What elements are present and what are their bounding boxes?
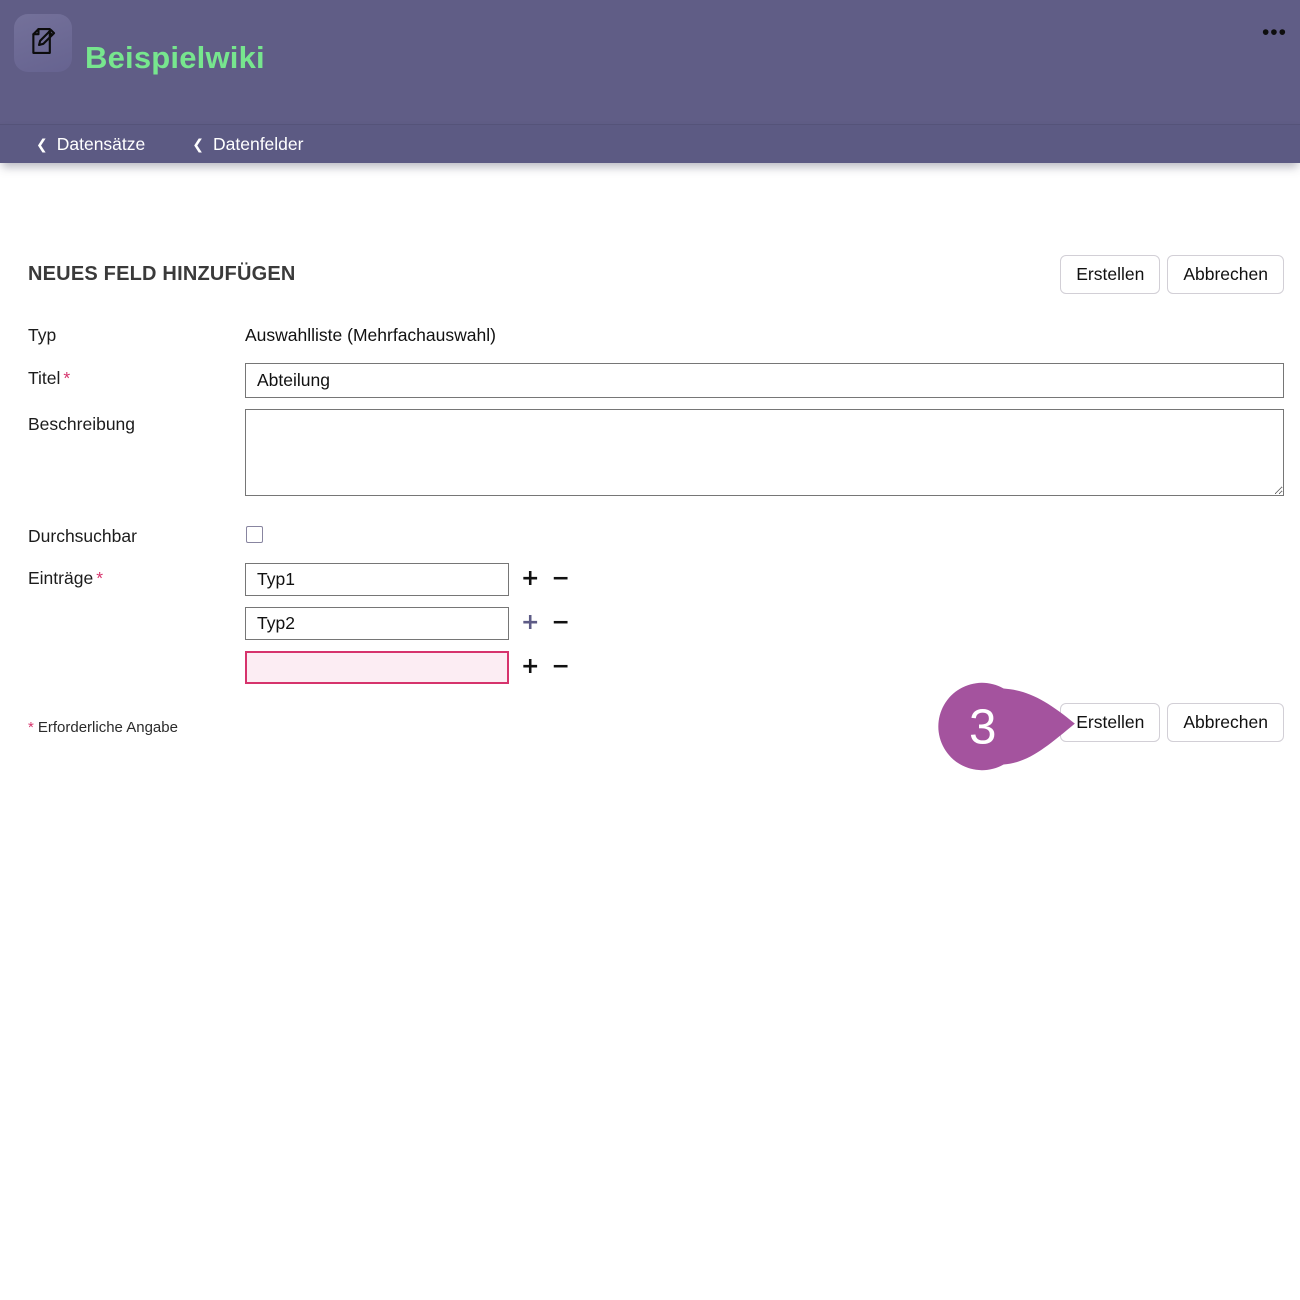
remove-entry-button[interactable]: −	[551, 656, 569, 678]
remove-entry-button[interactable]: −	[551, 612, 569, 634]
add-entry-button[interactable]: +	[521, 568, 539, 590]
entry-row: + −	[245, 563, 1284, 596]
nav-item-label: Datenfelder	[213, 134, 303, 155]
balloon-pointer-shape	[938, 683, 1075, 770]
breadcrumb-navbar: ❮ Datensätze ❮ Datenfelder	[0, 124, 1300, 163]
field-row-beschreibung: Beschreibung	[28, 409, 1284, 501]
overflow-menu-icon[interactable]: •••	[1262, 22, 1287, 43]
edit-document-icon	[26, 24, 60, 63]
beschreibung-textarea[interactable]	[245, 409, 1284, 496]
titel-label: Titel*	[28, 363, 245, 389]
field-row-eintraege: Einträge* + − + − + −	[28, 563, 1284, 695]
field-row-typ: Typ Auswahlliste (Mehrfachauswahl)	[28, 320, 1284, 346]
eintraege-label: Einträge*	[28, 563, 245, 589]
titel-input[interactable]	[245, 363, 1284, 398]
required-note: *Erforderliche Angabe	[28, 719, 178, 736]
form-content: NEUES FELD HINZUFÜGEN Erstellen Abbreche…	[0, 255, 1300, 742]
add-entry-button[interactable]: +	[521, 656, 539, 678]
entries-list: + − + − + −	[245, 563, 1284, 695]
add-entry-button[interactable]: +	[521, 612, 539, 634]
remove-entry-button[interactable]: −	[551, 568, 569, 590]
entry-row: + −	[245, 651, 1284, 684]
entry-row: + −	[245, 607, 1284, 640]
entry-input-1[interactable]	[245, 563, 509, 596]
page: Beispielwiki ••• ❮ Datensätze ❮ Datenfel…	[0, 0, 1300, 1300]
entry-input-3[interactable]	[245, 651, 509, 684]
typ-label: Typ	[28, 320, 245, 346]
field-row-durchsuchbar: Durchsuchbar	[28, 521, 1284, 548]
page-title: NEUES FELD HINZUFÜGEN	[28, 263, 296, 286]
required-marker: *	[28, 719, 34, 736]
required-marker: *	[63, 368, 70, 388]
app-title: Beispielwiki	[85, 40, 265, 76]
chevron-left-icon: ❮	[192, 136, 204, 153]
form-footer: *Erforderliche Angabe Erstellen Abbreche…	[28, 703, 1284, 742]
step-number: 3	[969, 699, 996, 754]
form-header: NEUES FELD HINZUFÜGEN Erstellen Abbreche…	[28, 255, 1284, 294]
durchsuchbar-checkbox[interactable]	[246, 526, 263, 543]
nav-item-label: Datensätze	[57, 134, 146, 155]
beschreibung-label: Beschreibung	[28, 409, 245, 435]
entry-input-2[interactable]	[245, 607, 509, 640]
chevron-left-icon: ❮	[36, 136, 48, 153]
field-row-titel: Titel*	[28, 363, 1284, 398]
create-button-top[interactable]: Erstellen	[1060, 255, 1160, 294]
app-icon-tile[interactable]	[14, 14, 72, 72]
required-marker: *	[96, 568, 103, 588]
cancel-button-bottom[interactable]: Abbrechen	[1167, 703, 1284, 742]
typ-value: Auswahlliste (Mehrfachauswahl)	[245, 320, 1284, 346]
durchsuchbar-label: Durchsuchbar	[28, 521, 245, 547]
bottom-action-buttons: Erstellen Abbrechen	[1060, 703, 1284, 742]
create-button-bottom[interactable]: Erstellen	[1060, 703, 1160, 742]
app-header: Beispielwiki •••	[0, 0, 1300, 124]
top-action-buttons: Erstellen Abbrechen	[1060, 255, 1284, 294]
nav-item-datenfelder[interactable]: ❮ Datenfelder	[192, 134, 303, 155]
nav-item-datensaetze[interactable]: ❮ Datensätze	[36, 134, 145, 155]
cancel-button-top[interactable]: Abbrechen	[1167, 255, 1284, 294]
